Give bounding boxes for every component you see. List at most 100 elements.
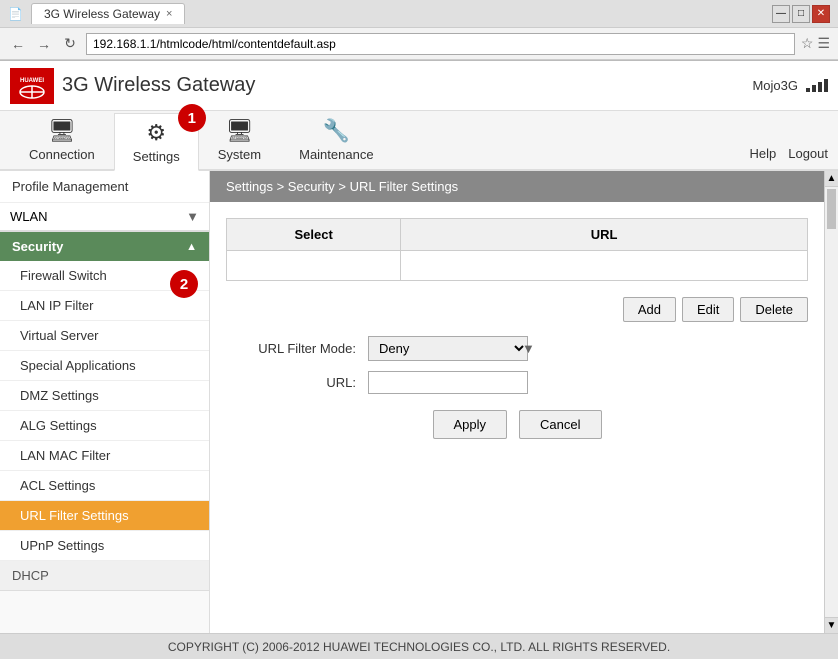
profile-management-label: Profile Management: [0, 171, 209, 203]
tab-settings-label: Settings: [133, 149, 180, 164]
maximize-btn[interactable]: □: [792, 5, 810, 23]
tab-maintenance[interactable]: 🔧 Maintenance: [280, 111, 392, 169]
main-content: Profile Management WLAN ▼ Security ▲ 2 F…: [0, 171, 838, 633]
app-header: HUAWEI 3G Wireless Gateway Mojo3G: [0, 61, 838, 111]
maintenance-icon: 🔧: [323, 118, 350, 144]
url-filter-settings-label: URL Filter Settings: [20, 508, 129, 523]
upnp-settings-label: UPnP Settings: [20, 538, 104, 553]
back-btn[interactable]: ←: [8, 34, 28, 54]
wlan-value: WLAN: [10, 209, 48, 224]
tab-maintenance-label: Maintenance: [299, 147, 373, 162]
tab-system[interactable]: 🖥 System: [199, 111, 280, 169]
col-url: URL: [401, 219, 808, 251]
logout-link[interactable]: Logout: [788, 146, 828, 161]
acl-settings-label: ACL Settings: [20, 478, 95, 493]
table-actions: Add Edit Delete: [226, 297, 808, 322]
sidebar-item-url-filter-settings[interactable]: URL Filter Settings 3: [0, 501, 209, 531]
virtual-server-label: Virtual Server: [20, 328, 99, 343]
add-button[interactable]: Add: [623, 297, 676, 322]
address-input[interactable]: [86, 33, 795, 55]
title-bar-left: 📄 3G Wireless Gateway ×: [8, 3, 185, 24]
sidebar-item-virtual-server[interactable]: Virtual Server: [0, 321, 209, 351]
page-icon: 📄: [8, 7, 23, 21]
content-with-scrollbar: Settings > Security > URL Filter Setting…: [210, 171, 838, 633]
special-applications-label: Special Applications: [20, 358, 136, 373]
settings-icon: ⚙: [146, 120, 166, 146]
menu-icon[interactable]: ☰: [817, 35, 830, 52]
forward-btn[interactable]: →: [34, 34, 54, 54]
apply-button[interactable]: Apply: [433, 410, 508, 439]
footer-text: COPYRIGHT (C) 2006-2012 HUAWEI TECHNOLOG…: [168, 640, 670, 654]
title-bar: 📄 3G Wireless Gateway × — □ ✕: [0, 0, 838, 28]
dhcp-label: DHCP: [12, 568, 49, 583]
sidebar-item-lan-mac-filter[interactable]: LAN MAC Filter: [0, 441, 209, 471]
sidebar-dhcp-section[interactable]: DHCP: [0, 561, 209, 591]
browser-icons: ☆ ☰: [801, 35, 830, 52]
url-filter-table: Select URL: [226, 218, 808, 281]
svg-text:HUAWEI: HUAWEI: [20, 78, 44, 84]
breadcrumb: Settings > Security > URL Filter Setting…: [210, 171, 824, 202]
app-footer: COPYRIGHT (C) 2006-2012 HUAWEI TECHNOLOG…: [0, 633, 838, 659]
username-display: Mojo3G: [752, 78, 798, 93]
tab-connection-label: Connection: [29, 147, 95, 162]
dmz-settings-label: DMZ Settings: [20, 388, 99, 403]
sidebar-item-acl-settings[interactable]: ACL Settings: [0, 471, 209, 501]
header-right: Mojo3G: [752, 78, 828, 93]
scroll-up-btn[interactable]: ▲: [825, 171, 838, 187]
nav-tabs: 🖥 Connection 1 ⚙ Settings 🖥 System 🔧 Mai…: [0, 111, 838, 171]
content-panel: Select URL Add: [210, 202, 824, 633]
logo-area: HUAWEI 3G Wireless Gateway: [10, 68, 255, 104]
browser-tab[interactable]: 3G Wireless Gateway ×: [31, 3, 185, 24]
app-container: HUAWEI 3G Wireless Gateway Mojo3G 🖥 Conn…: [0, 61, 838, 659]
tab-close-btn[interactable]: ×: [166, 8, 172, 20]
scroll-down-btn[interactable]: ▼: [825, 617, 838, 633]
security-section-label: Security: [12, 239, 63, 254]
refresh-btn[interactable]: ↻: [60, 34, 80, 54]
badge-1: 1: [178, 104, 206, 132]
lan-ip-filter-label: LAN IP Filter: [20, 298, 93, 313]
table-empty-row: [227, 251, 808, 281]
tab-settings[interactable]: 1 ⚙ Settings: [114, 113, 199, 171]
connection-icon: 🖥: [48, 118, 76, 144]
chevron-up-icon: ▲: [186, 241, 197, 253]
sidebar: Profile Management WLAN ▼ Security ▲ 2 F…: [0, 171, 210, 633]
sidebar-profile-section: Profile Management WLAN ▼: [0, 171, 209, 232]
browser-chrome: 📄 3G Wireless Gateway × — □ ✕ ← → ↻ ☆ ☰: [0, 0, 838, 61]
window-controls: — □ ✕: [772, 5, 830, 23]
url-input-field[interactable]: [368, 371, 528, 394]
header-links: Help Logout: [749, 146, 828, 169]
star-icon[interactable]: ☆: [801, 35, 814, 52]
scroll-thumb[interactable]: [827, 189, 836, 229]
action-buttons: Apply Cancel: [226, 410, 808, 439]
help-link[interactable]: Help: [749, 146, 776, 161]
col-select: Select: [227, 219, 401, 251]
edit-button[interactable]: Edit: [682, 297, 734, 322]
tab-connection[interactable]: 🖥 Connection: [10, 111, 114, 169]
delete-button[interactable]: Delete: [740, 297, 808, 322]
firewall-switch-label: Firewall Switch: [20, 268, 107, 283]
signal-indicator: [806, 79, 828, 92]
url-input-row: URL:: [226, 371, 808, 394]
minimize-btn[interactable]: —: [772, 5, 790, 23]
sidebar-item-alg-settings[interactable]: ALG Settings: [0, 411, 209, 441]
url-filter-mode-row: URL Filter Mode: Deny Allow ▼: [226, 336, 808, 361]
sidebar-item-upnp-settings[interactable]: UPnP Settings: [0, 531, 209, 561]
huawei-logo-icon: HUAWEI: [10, 68, 54, 104]
tab-title: 3G Wireless Gateway: [44, 7, 160, 21]
close-btn[interactable]: ✕: [812, 5, 830, 23]
content-scrollbar[interactable]: ▲ ▼: [824, 171, 838, 633]
system-icon: 🖥: [225, 118, 253, 144]
url-filter-mode-select[interactable]: Deny Allow: [368, 336, 528, 361]
wlan-dropdown[interactable]: WLAN ▼: [0, 203, 209, 231]
lan-mac-filter-label: LAN MAC Filter: [20, 448, 110, 463]
sidebar-item-special-applications[interactable]: Special Applications: [0, 351, 209, 381]
url-input-label: URL:: [226, 375, 356, 390]
sidebar-item-dmz-settings[interactable]: DMZ Settings: [0, 381, 209, 411]
tab-system-label: System: [218, 147, 261, 162]
app-title: 3G Wireless Gateway: [62, 74, 255, 97]
alg-settings-label: ALG Settings: [20, 418, 97, 433]
dropdown-arrow-icon: ▼: [186, 209, 199, 224]
address-bar-row: ← → ↻ ☆ ☰: [0, 28, 838, 60]
sidebar-security-section[interactable]: Security ▲ 2: [0, 232, 209, 261]
cancel-button[interactable]: Cancel: [519, 410, 601, 439]
